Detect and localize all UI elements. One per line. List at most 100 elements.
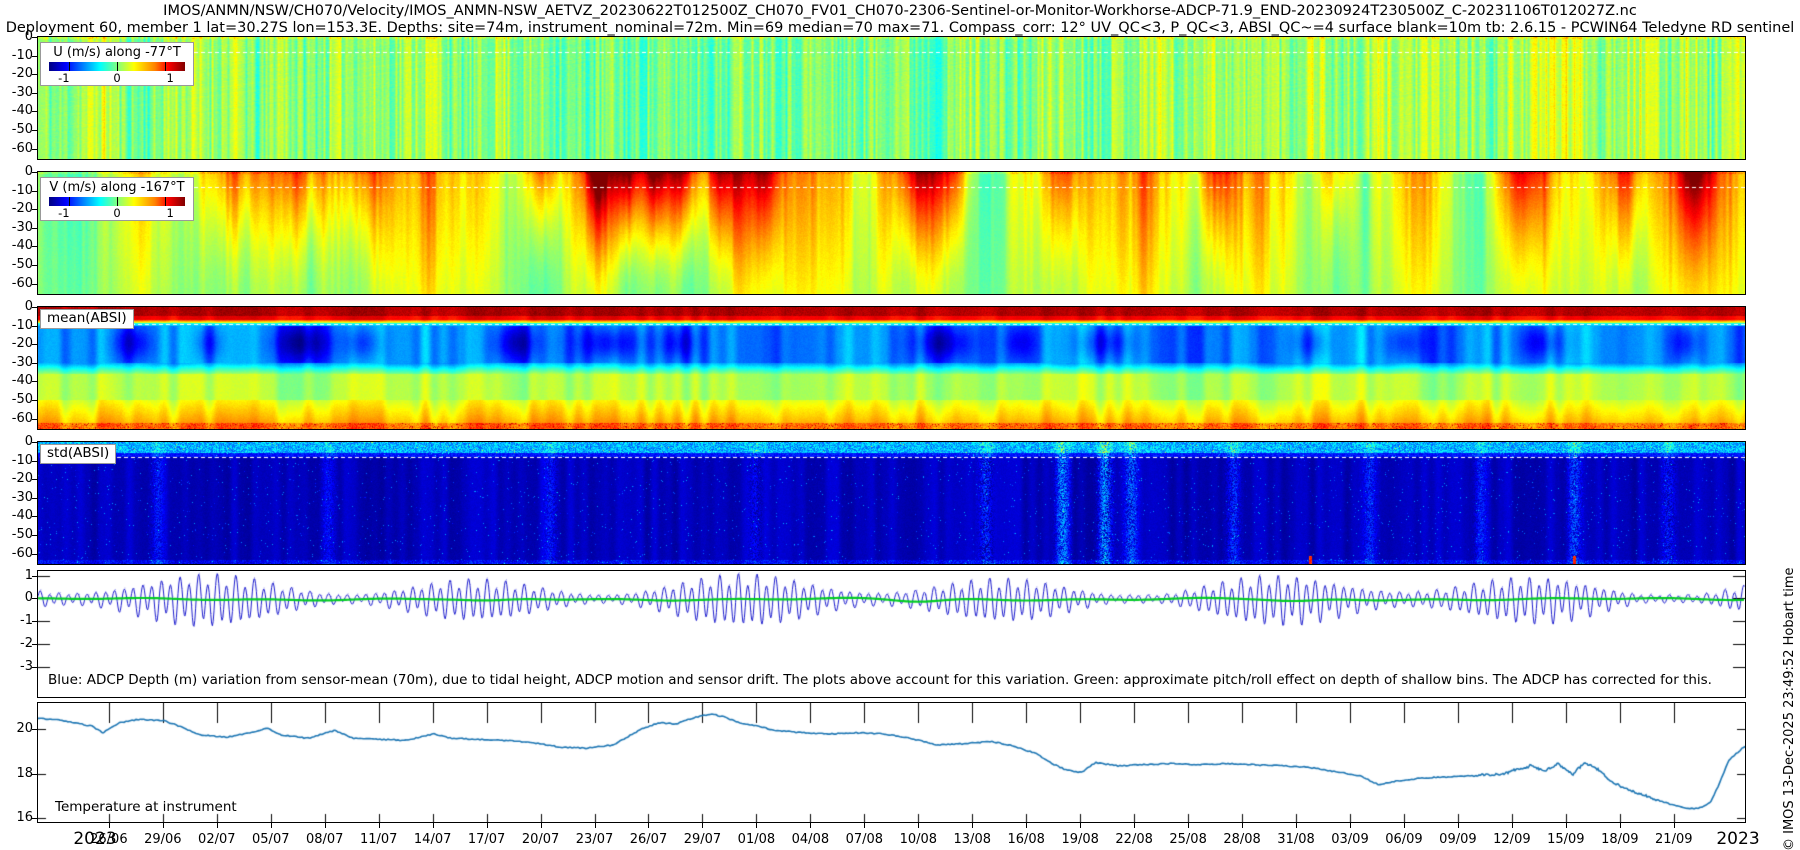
x-tick-label: 05/07	[252, 832, 289, 847]
y-tick-label: -60	[0, 276, 33, 291]
colorbar-tick	[69, 197, 70, 206]
y-tick-mark	[32, 37, 38, 38]
x-tick-label: 22/08	[1115, 832, 1152, 847]
y-tick-mark	[32, 621, 38, 622]
x-tick-mark	[1458, 823, 1459, 828]
y-tick-label: 0	[0, 434, 33, 449]
x-tick-mark	[1350, 823, 1351, 828]
x-tick-mark	[918, 823, 919, 828]
x-tick-label: 11/07	[360, 832, 397, 847]
y-tick-label: 18	[0, 766, 33, 781]
panel-std-absi: std(ABSI)	[38, 442, 1745, 564]
y-tick-label: -40	[0, 103, 33, 118]
x-tick-label: 14/07	[414, 832, 451, 847]
y-tick-label: 0	[0, 29, 33, 44]
x-tick-label: 19/08	[1061, 832, 1098, 847]
x-tick-label: 31/08	[1277, 832, 1314, 847]
x-tick-label: 03/09	[1331, 832, 1368, 847]
colorbar-tick-label: 0	[113, 206, 120, 220]
x-tick-label: 13/08	[954, 832, 991, 847]
u-colorbar-legend: U (m/s) along -77°T -1 0 1	[40, 42, 194, 86]
x-tick-mark	[163, 823, 164, 828]
y-tick-label: 0	[0, 590, 33, 605]
colorbar-tick-label: 0	[113, 71, 120, 85]
x-tick-mark	[325, 823, 326, 828]
v-legend-title: V (m/s) along -167°T	[41, 178, 193, 196]
x-tick-label: 17/07	[468, 832, 505, 847]
x-tick-mark	[756, 823, 757, 828]
x-tick-mark	[271, 823, 272, 828]
y-tick-mark	[32, 344, 38, 345]
x-tick-mark	[1188, 823, 1189, 828]
y-tick-mark	[32, 498, 38, 499]
y-tick-mark	[32, 576, 38, 577]
colorbar-tick-label: -1	[58, 71, 69, 85]
colorbar-tick-label: 1	[167, 71, 174, 85]
y-tick-label: -10	[0, 318, 33, 333]
u-colorbar-labels: -1 0 1	[41, 71, 193, 85]
y-tick-label: 20	[0, 721, 33, 736]
y-tick-label: -60	[0, 546, 33, 561]
y-tick-mark	[32, 191, 38, 192]
y-tick-label: -10	[0, 453, 33, 468]
y-tick-mark	[32, 419, 38, 420]
x-tick-label: 25/08	[1169, 832, 1206, 847]
y-tick-mark	[32, 93, 38, 94]
x-tick-mark	[1242, 823, 1243, 828]
x-tick-mark	[972, 823, 973, 828]
x-axis-year-start: 2023	[73, 829, 116, 849]
v-velocity-heatmap	[38, 172, 1745, 294]
x-tick-label: 15/09	[1547, 832, 1584, 847]
colorbar-tick-label: -1	[58, 206, 69, 220]
x-tick-mark	[1674, 823, 1675, 828]
x-tick-label: 23/07	[576, 832, 613, 847]
y-tick-mark	[32, 644, 38, 645]
x-tick-mark	[487, 823, 488, 828]
y-tick-mark	[32, 130, 38, 131]
v-colorbar	[49, 197, 185, 206]
x-tick-mark	[109, 823, 110, 828]
x-tick-label: 26/07	[630, 832, 667, 847]
y-tick-mark	[32, 554, 38, 555]
y-tick-mark	[32, 667, 38, 668]
y-tick-label: -60	[0, 141, 33, 156]
y-tick-mark	[32, 442, 38, 443]
figure-title-deployment-info: Deployment 60, member 1 lat=30.27S lon=1…	[0, 20, 1800, 36]
y-tick-mark	[32, 307, 38, 308]
y-tick-mark	[32, 149, 38, 150]
x-tick-mark	[702, 823, 703, 828]
y-tick-mark	[32, 598, 38, 599]
v-colorbar-legend: V (m/s) along -167°T -1 0 1	[40, 177, 194, 221]
x-tick-mark	[864, 823, 865, 828]
x-axis-year-end: 2023	[1716, 829, 1759, 849]
y-tick-label: 0	[0, 299, 33, 314]
y-tick-mark	[32, 461, 38, 462]
panel-v-velocity: V (m/s) along -167°T -1 0 1	[38, 172, 1745, 294]
y-tick-label: -40	[0, 373, 33, 388]
x-tick-label: 04/08	[792, 832, 829, 847]
x-tick-mark	[217, 823, 218, 828]
figure-title-filename: IMOS/ANMN/NSW/CH070/Velocity/IMOS_ANMN-N…	[0, 3, 1800, 19]
y-tick-label: 16	[0, 810, 33, 825]
y-tick-label: -20	[0, 336, 33, 351]
y-tick-mark	[32, 400, 38, 401]
colorbar-tick	[69, 62, 70, 71]
y-tick-mark	[32, 535, 38, 536]
x-tick-mark	[1080, 823, 1081, 828]
y-tick-mark	[32, 246, 38, 247]
colorbar-tick-label: 1	[167, 206, 174, 220]
y-tick-label: -20	[0, 201, 33, 216]
y-tick-mark	[32, 209, 38, 210]
x-tick-label: 28/08	[1223, 832, 1260, 847]
x-tick-label: 07/08	[846, 832, 883, 847]
x-tick-mark	[1512, 823, 1513, 828]
x-tick-label: 16/08	[1007, 832, 1044, 847]
y-tick-mark	[32, 381, 38, 382]
y-tick-label: -60	[0, 411, 33, 426]
x-tick-mark	[1620, 823, 1621, 828]
x-tick-label: 02/07	[198, 832, 235, 847]
x-tick-label: 10/08	[900, 832, 937, 847]
y-tick-label: -40	[0, 508, 33, 523]
u-colorbar	[49, 62, 185, 71]
mean-absi-heatmap	[38, 307, 1745, 429]
